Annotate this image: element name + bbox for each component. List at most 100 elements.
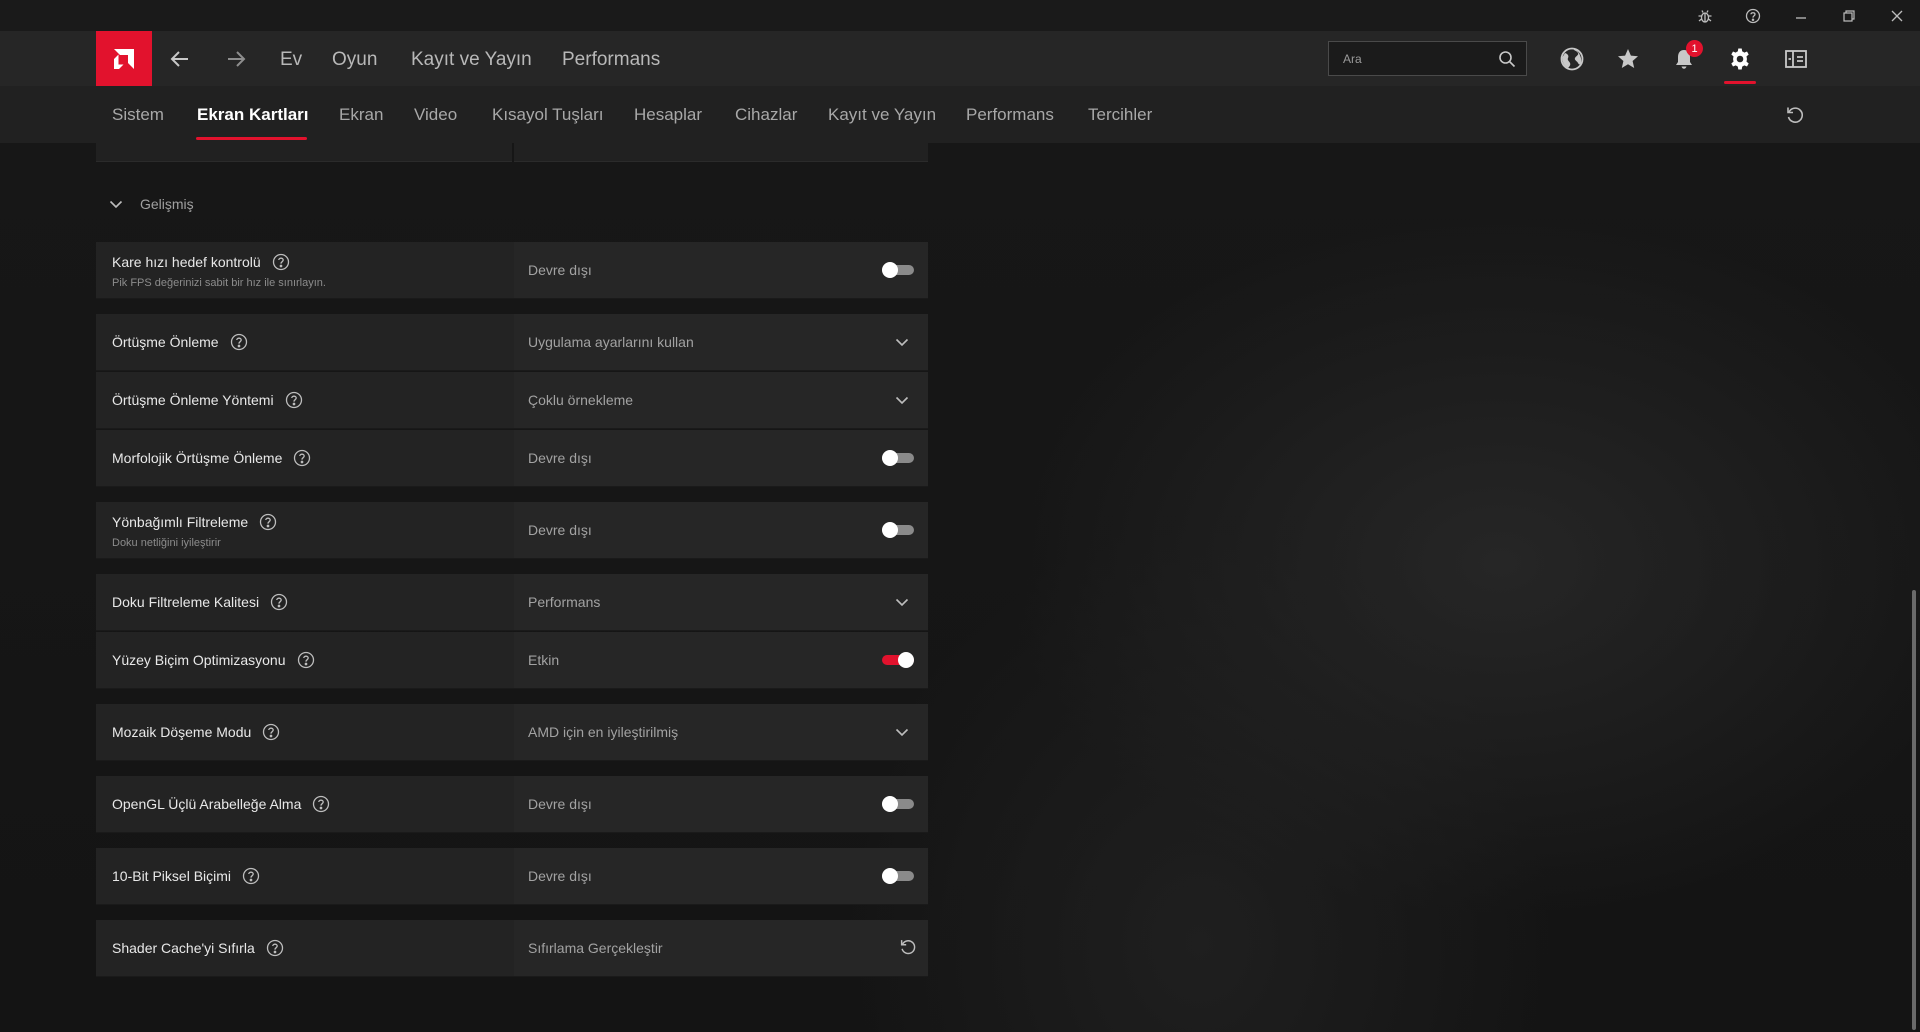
tab-tercihler[interactable]: Tercihler [1088, 105, 1152, 125]
help-icon[interactable] [262, 723, 280, 741]
dropdown[interactable]: Uygulama ayarlarını kullan [514, 314, 928, 370]
setting-row-10bit-pixel-format: 10-Bit Piksel Biçimi Devre dışı [96, 848, 928, 904]
nav-ev[interactable]: Ev [280, 49, 302, 71]
toggle-switch[interactable] [882, 868, 914, 884]
settings-active-indicator [1724, 81, 1756, 84]
dropdown[interactable]: Çoklu örnekleme [514, 372, 928, 428]
tab-ekran[interactable]: Ekran [339, 105, 383, 125]
setting-label: 10-Bit Piksel Biçimi [112, 868, 232, 884]
reset-all-icon[interactable] [1784, 104, 1806, 126]
tab-sistem[interactable]: Sistem [112, 105, 164, 125]
tab-ekran-kartlari[interactable]: Ekran Kartları [197, 105, 309, 125]
setting-description: Pik FPS değerinizi sabit bir hız ile sın… [112, 277, 326, 289]
search-input[interactable] [1329, 42, 1489, 75]
nav-oyun[interactable]: Oyun [332, 49, 377, 71]
close-icon[interactable] [1873, 0, 1920, 31]
setting-label: Mozaik Döşeme Modu [112, 724, 252, 740]
toggle-switch[interactable] [882, 652, 914, 668]
setting-label: Morfolojik Örtüşme Önleme [112, 450, 283, 466]
minimize-icon[interactable] [1777, 0, 1825, 31]
help-icon[interactable] [270, 593, 288, 611]
setting-row-morphological-aa: Morfolojik Örtüşme Önleme Devre dışı [96, 430, 928, 486]
amd-logo-icon[interactable] [96, 31, 152, 86]
scrollbar[interactable] [1912, 590, 1916, 1030]
setting-row-frame-rate-target: Kare hızı hedef kontrolü Pik FPS değerin… [96, 242, 928, 298]
bug-icon[interactable] [1681, 0, 1729, 31]
title-bar [0, 0, 1920, 31]
forward-arrow-icon[interactable] [223, 47, 249, 71]
sidebar-panel-icon[interactable] [1781, 44, 1811, 74]
nav-kayit-ve-yayin[interactable]: Kayıt ve Yayın [411, 49, 532, 71]
setting-label: Örtüşme Önleme Yöntemi [112, 392, 274, 408]
chevron-down-icon [895, 598, 909, 607]
setting-description: Doku netliğini iyileştirir [112, 537, 221, 549]
setting-value: Devre dışı [528, 450, 592, 466]
setting-value: Devre dışı [528, 868, 592, 884]
toggle-switch[interactable] [882, 522, 914, 538]
tab-cihazlar[interactable]: Cihazlar [735, 105, 797, 125]
chevron-down-icon [895, 396, 909, 405]
setting-value: Devre dışı [528, 522, 592, 538]
gear-icon[interactable] [1725, 44, 1755, 74]
toggle-switch[interactable] [882, 450, 914, 466]
tab-video[interactable]: Video [414, 105, 457, 125]
setting-value: Devre dışı [528, 262, 592, 278]
tab-hesaplar[interactable]: Hesaplar [634, 105, 702, 125]
setting-value: Çoklu örnekleme [528, 392, 634, 408]
chevron-down-icon [895, 338, 909, 347]
reset-shader-cache-button[interactable]: Sıfırlama Gerçekleştir [514, 920, 928, 976]
help-icon[interactable] [297, 651, 315, 669]
setting-label: Doku Filtreleme Kalitesi [112, 594, 260, 610]
setting-label: Örtüşme Önleme [112, 334, 219, 350]
help-icon[interactable] [242, 867, 260, 885]
help-icon[interactable] [259, 513, 277, 531]
active-tab-indicator [196, 137, 307, 140]
setting-row-anisotropic-filtering: Yönbağımlı Filtreleme Doku netliğini iyi… [96, 502, 928, 558]
back-arrow-icon[interactable] [167, 47, 193, 71]
setting-value: AMD için en iyileştirilmiş [528, 724, 679, 740]
setting-value: Sıfırlama Gerçekleştir [528, 940, 663, 956]
setting-label: Yüzey Biçim Optimizasyonu [112, 652, 286, 668]
dropdown[interactable]: AMD için en iyileştirilmiş [514, 704, 928, 760]
help-circle-icon[interactable] [1729, 0, 1777, 31]
nav-performans[interactable]: Performans [562, 49, 660, 71]
setting-value: Devre dışı [528, 796, 592, 812]
setting-value: Etkin [528, 652, 560, 668]
setting-row-anti-aliasing-method: Örtüşme Önleme Yöntemi Çoklu örnekleme [96, 372, 928, 428]
setting-label: Shader Cache'yi Sıfırla [112, 940, 255, 956]
setting-row-reset-shader-cache: Shader Cache'yi Sıfırla Sıfırlama Gerçek… [96, 920, 928, 976]
tab-kayit-ve-yayin[interactable]: Kayıt ve Yayın [828, 105, 936, 125]
globe-icon[interactable] [1557, 44, 1587, 74]
search-box [1328, 41, 1527, 76]
search-icon[interactable] [1498, 50, 1516, 68]
tab-kisayol-tuslari[interactable]: Kısayol Tuşları [492, 105, 604, 125]
help-icon[interactable] [312, 795, 330, 813]
setting-label: Yönbağımlı Filtreleme [112, 514, 249, 530]
help-icon[interactable] [230, 333, 248, 351]
dropdown[interactable]: Performans [514, 574, 928, 630]
chevron-down-icon [109, 200, 123, 209]
section-header-gelismis[interactable]: Gelişmiş [108, 194, 194, 214]
setting-row-opengl-triple-buffering: OpenGL Üçlü Arabelleğe Alma Devre dışı [96, 776, 928, 832]
toggle-switch[interactable] [882, 796, 914, 812]
restore-icon[interactable] [1825, 0, 1873, 31]
setting-row-texture-filtering-quality: Doku Filtreleme Kalitesi Performans [96, 574, 928, 630]
star-icon[interactable] [1613, 44, 1643, 74]
setting-row-tessellation-mode: Mozaik Döşeme Modu AMD için en iyileştir… [96, 704, 928, 760]
setting-label: OpenGL Üçlü Arabelleğe Alma [112, 796, 302, 812]
setting-value: Performans [528, 594, 601, 610]
notification-badge: 1 [1686, 40, 1703, 57]
tab-performans[interactable]: Performans [966, 105, 1054, 125]
help-icon[interactable] [272, 253, 290, 271]
setting-value: Uygulama ayarlarını kullan [528, 334, 694, 350]
section-title: Gelişmiş [140, 196, 194, 212]
toggle-switch[interactable] [882, 262, 914, 278]
help-icon[interactable] [266, 939, 284, 957]
setting-row-anti-aliasing: Örtüşme Önleme Uygulama ayarlarını kulla… [96, 314, 928, 370]
previous-setting-row [96, 143, 928, 162]
reset-icon [900, 940, 916, 955]
setting-row-surface-format-optimization: Yüzey Biçim Optimizasyonu Etkin [96, 632, 928, 688]
setting-label: Kare hızı hedef kontrolü [112, 254, 261, 270]
help-icon[interactable] [293, 449, 311, 467]
help-icon[interactable] [285, 391, 303, 409]
